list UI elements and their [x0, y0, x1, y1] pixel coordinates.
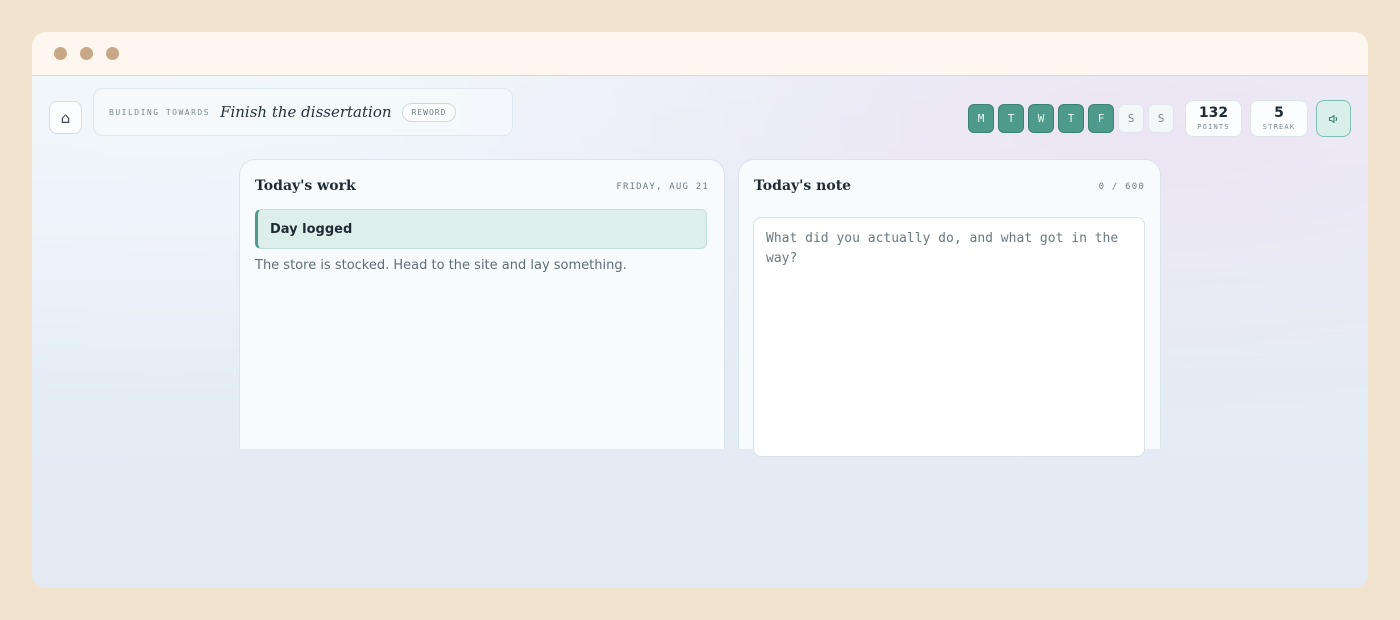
window-control-dot[interactable] [80, 47, 93, 60]
home-button[interactable]: ⌂ [49, 101, 82, 134]
speaker-icon [1328, 114, 1337, 123]
points-value: 132 [1198, 105, 1229, 121]
day-logged-banner: Day logged [255, 209, 707, 249]
todays-note-card: Today's note 0 / 600 [738, 159, 1161, 457]
work-card-title: Today's work [255, 178, 356, 194]
day-sunday[interactable]: S [1148, 104, 1174, 133]
window-control-dot[interactable] [106, 47, 119, 60]
window-control-dot[interactable] [54, 47, 67, 60]
day-saturday[interactable]: S [1118, 104, 1144, 133]
app-window: ⌂ BUILDING TOWARDS Finish the dissertati… [32, 32, 1368, 588]
streak-counter: 5 STREAK [1250, 100, 1308, 137]
todays-work-card: Today's work FRIDAY, AUG 21 Day logged T… [239, 159, 725, 449]
note-char-counter: 0 / 600 [1098, 182, 1145, 192]
window-titlebar [32, 32, 1368, 76]
goal-title: Finish the dissertation [220, 103, 392, 121]
work-message: The store is stocked. Head to the site a… [255, 258, 627, 273]
day-friday[interactable]: F [1088, 104, 1114, 133]
week-tracker: M T W T F S S [968, 104, 1174, 133]
main-content: ⌂ BUILDING TOWARDS Finish the dissertati… [32, 76, 1368, 588]
points-label: POINTS [1197, 123, 1230, 131]
streak-value: 5 [1274, 105, 1284, 121]
day-monday[interactable]: M [968, 104, 994, 133]
day-tuesday[interactable]: T [998, 104, 1024, 133]
day-thursday[interactable]: T [1058, 104, 1084, 133]
goal-kicker: BUILDING TOWARDS [109, 107, 211, 117]
note-textarea[interactable] [753, 217, 1145, 457]
reword-button[interactable]: REWORD [401, 102, 457, 122]
points-counter: 132 POINTS [1185, 100, 1242, 137]
home-icon: ⌂ [60, 108, 71, 127]
day-wednesday[interactable]: W [1028, 104, 1054, 133]
note-card-title: Today's note [754, 178, 852, 194]
goal-banner: BUILDING TOWARDS Finish the dissertation… [93, 88, 513, 136]
work-date: FRIDAY, AUG 21 [616, 182, 709, 192]
streak-label: STREAK [1262, 123, 1296, 131]
sound-toggle-button[interactable] [1316, 100, 1351, 137]
